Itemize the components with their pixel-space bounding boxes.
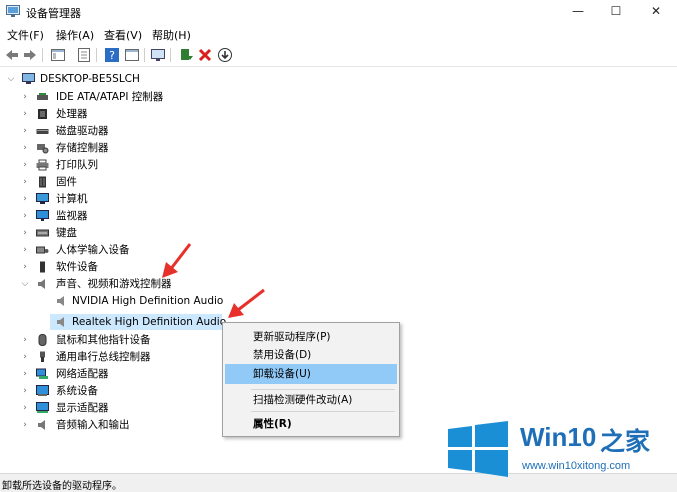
minimize-button[interactable]: — [560, 0, 596, 22]
hid-icon [36, 246, 49, 254]
disk-drive-icon [36, 129, 49, 134]
chevron-right-icon[interactable]: › [20, 349, 30, 365]
menu-update-driver[interactable]: 更新驱动程序(P) [225, 327, 397, 347]
red-arrow-annotation [228, 288, 265, 318]
monitor-icon [36, 210, 49, 221]
computer-icon [36, 193, 49, 204]
chevron-right-icon[interactable]: › [20, 383, 30, 399]
maximize-button[interactable]: ☐ [598, 0, 634, 22]
speaker-icon [38, 420, 45, 430]
tree-item-keyboard[interactable]: › 键盘 [0, 225, 300, 241]
chevron-right-icon[interactable]: › [20, 208, 30, 224]
watermark: Win10 之家 www.win10xitong.com [446, 418, 672, 484]
menu-file[interactable]: 文件(F) [7, 27, 44, 43]
speaker-icon [38, 279, 45, 289]
context-menu: 更新驱动程序(P) 禁用设备(D) 卸载设备(U) 扫描检测硬件改动(A) 属性… [222, 322, 400, 437]
chevron-right-icon[interactable]: › [20, 259, 30, 275]
tree-item-disk[interactable]: › 磁盘驱动器 [0, 123, 300, 139]
chevron-right-icon[interactable]: › [20, 106, 30, 122]
help-icon[interactable]: ? [104, 47, 120, 63]
tree-item-software[interactable]: › 软件设备 [0, 259, 300, 275]
tree-item-monitor[interactable]: › 监视器 [0, 208, 300, 224]
firmware-icon [39, 176, 46, 188]
computer-icon [22, 73, 35, 84]
menu-disable-device[interactable]: 禁用设备(D) [225, 345, 397, 365]
chevron-right-icon[interactable]: › [20, 174, 30, 190]
toolbar: ? [0, 44, 677, 67]
tree-item-storage[interactable]: › 存储控制器 [0, 140, 300, 156]
watermark-url: www.win10xitong.com [522, 460, 631, 472]
ide-controller-icon [37, 93, 48, 100]
chevron-right-icon[interactable]: › [20, 400, 30, 416]
tree-item-computer[interactable]: › 计算机 [0, 191, 300, 207]
status-text: 卸载所选设备的驱动程序。 [2, 481, 122, 492]
printer-icon [36, 159, 49, 171]
title-bar: 设备管理器 — ☐ ✕ [0, 0, 677, 24]
menu-scan-hardware[interactable]: 扫描检测硬件改动(A) [225, 390, 397, 410]
watermark-suffix: 之家 [600, 428, 651, 456]
chevron-right-icon[interactable]: › [20, 332, 30, 348]
usb-icon [40, 351, 45, 362]
tree-item-hid[interactable]: › 人体学输入设备 [0, 242, 300, 258]
tree-item-printer[interactable]: › 打印队列 [0, 157, 300, 173]
forward-arrow-icon[interactable] [22, 47, 38, 63]
windows-logo-icon [448, 421, 508, 477]
window-title: 设备管理器 [26, 7, 81, 20]
menu-view[interactable]: 查看(V) [104, 27, 142, 43]
chevron-right-icon[interactable]: › [20, 89, 30, 105]
chevron-right-icon[interactable]: › [20, 242, 30, 258]
chevron-right-icon[interactable]: › [20, 225, 30, 241]
menu-action[interactable]: 操作(A) [56, 27, 94, 43]
scan-hardware-icon[interactable] [150, 47, 166, 63]
menu-help[interactable]: 帮助(H) [152, 27, 191, 43]
menu-separator [251, 411, 395, 412]
system-device-icon [36, 385, 49, 396]
display-adapter-icon [36, 402, 49, 413]
tree-item-processor[interactable]: › 处理器 [0, 106, 300, 122]
tree-item-realtek-audio[interactable]: Realtek High Definition Audio [50, 314, 226, 330]
red-arrow-annotation [162, 243, 192, 278]
tree-root[interactable]: ⌵ DESKTOP-BE5SLCH [0, 71, 200, 87]
mouse-icon [38, 334, 47, 346]
uninstall-x-icon[interactable] [197, 47, 213, 63]
close-button[interactable]: ✕ [638, 0, 674, 22]
network-adapter-icon [36, 368, 48, 379]
menu-properties[interactable]: 属性(R) [225, 414, 397, 434]
chevron-down-icon[interactable]: ⌵ [6, 71, 16, 87]
menu-uninstall-device[interactable]: 卸载设备(U) [225, 364, 397, 384]
software-device-icon [40, 261, 45, 273]
view-icon[interactable] [124, 47, 140, 63]
chevron-right-icon[interactable]: › [20, 417, 30, 433]
processor-icon [38, 109, 47, 119]
chevron-right-icon[interactable]: › [20, 366, 30, 382]
chevron-right-icon[interactable]: › [20, 140, 30, 156]
computer-name: DESKTOP-BE5SLCH [40, 73, 140, 85]
svg-text:?: ? [109, 49, 115, 62]
tree-item-ide[interactable]: › IDE ATA/ATAPI 控制器 [0, 89, 300, 105]
back-arrow-icon[interactable] [4, 47, 20, 63]
show-hide-tree-icon[interactable] [50, 47, 66, 63]
storage-controller-icon [37, 144, 49, 154]
tree-item-firmware[interactable]: › 固件 [0, 174, 300, 190]
watermark-brand: Win10 [520, 422, 597, 452]
speaker-icon [57, 296, 64, 306]
chevron-right-icon[interactable]: › [20, 157, 30, 173]
download-arrow-icon[interactable] [217, 47, 233, 63]
menu-bar: 文件(F) 操作(A) 查看(V) 帮助(H) [0, 24, 677, 43]
chevron-right-icon[interactable]: › [20, 123, 30, 139]
chevron-right-icon[interactable]: › [20, 191, 30, 207]
update-driver-icon[interactable] [178, 47, 194, 63]
properties-sheet-icon[interactable] [76, 47, 92, 63]
speaker-icon [57, 317, 64, 327]
device-manager-icon [6, 5, 20, 17]
chevron-down-icon[interactable]: ⌵ [20, 276, 30, 292]
keyboard-icon [36, 229, 49, 237]
